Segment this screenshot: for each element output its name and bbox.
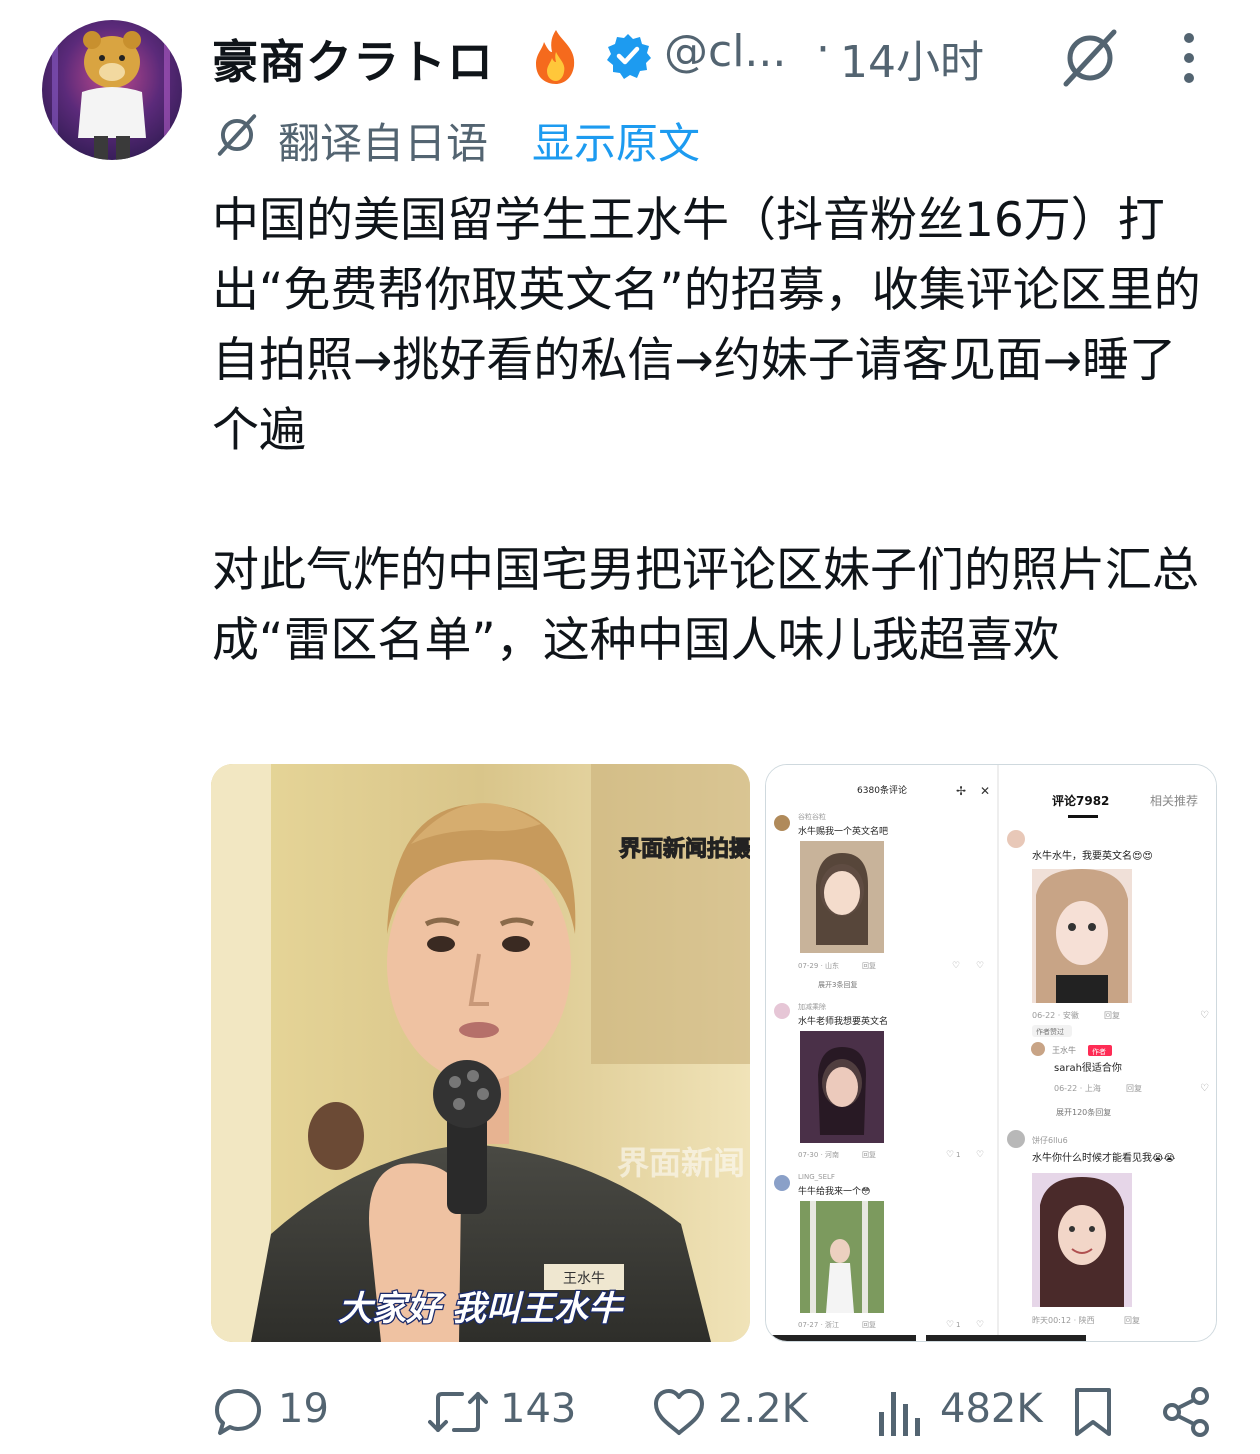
author-avatar[interactable] <box>42 20 182 160</box>
like-icon: ♡ <box>1200 1083 1209 1094</box>
repost-button[interactable]: 143 <box>428 1384 578 1440</box>
commenter-avatar <box>1007 830 1025 848</box>
reply-link: 回复 <box>862 1320 876 1329</box>
commenter-avatar <box>1007 1130 1025 1148</box>
share-icon <box>1163 1387 1209 1437</box>
views-chart-icon <box>879 1392 920 1436</box>
expand-replies: 展开120条回复 <box>1056 1107 1111 1117</box>
comment-text: 水牛老师我想要英文名 <box>798 1015 888 1027</box>
heart-icon <box>654 1389 704 1435</box>
commenter-avatar <box>774 815 790 831</box>
like-icon: ♡ <box>952 961 960 971</box>
comment-user: 王水牛 <box>1052 1045 1076 1055</box>
watermark-center: 界面新闻 <box>617 1144 745 1182</box>
author-name[interactable]: 豪商クラトロ <box>212 26 494 92</box>
tweet-image-video-still[interactable]: 王水牛 界面新闻拍摄 界面新闻 大家好 我叫王水牛 <box>211 764 750 1342</box>
comment-user: LING_SELF <box>798 1173 835 1181</box>
reply-link: 回复 <box>1124 1315 1140 1325</box>
repost-count: 143 <box>500 1386 577 1432</box>
tab-related: 相关推荐 <box>1150 794 1198 808</box>
comment-meta: 06-22 · 上海 <box>1054 1083 1101 1093</box>
tweet-timestamp[interactable]: 14小时 <box>840 26 984 90</box>
panel-sparkle-icon: ✢ <box>956 784 966 798</box>
comment-text: 牛牛给我来一个😳 <box>798 1185 870 1197</box>
comment-meta: 07-27 · 浙江 <box>798 1320 839 1329</box>
comment-user: 谷粒谷粒 <box>798 812 826 821</box>
separator-dot: · <box>816 24 830 75</box>
reply-button[interactable]: 19 <box>212 1384 332 1440</box>
show-original-link[interactable]: 显示原文 <box>532 110 700 171</box>
grok-icon[interactable] <box>1058 26 1122 94</box>
author-liked-badge: 作者赞过 <box>1036 1027 1064 1036</box>
comment-meta: 06-22 · 安徽 <box>1032 1010 1079 1020</box>
comment-meta: 07-29 · 山东 <box>798 961 839 970</box>
comments-count-header: 6380条评论 <box>857 784 907 796</box>
expand-replies: 展开3条回复 <box>818 980 857 989</box>
author-tag: 作者 <box>1092 1047 1106 1056</box>
name-tag: 王水牛 <box>563 1271 605 1287</box>
tweet-body: 中国的美国留学生王水牛（抖音粉丝16万）打出“免费帮你取英文名”的招募，收集评论… <box>212 186 1222 676</box>
like-icon: ♡ <box>1200 1010 1209 1021</box>
like-icon: ♡ <box>946 1320 954 1330</box>
like-button[interactable]: 2.2K <box>652 1384 832 1440</box>
bookmark-button[interactable] <box>1072 1384 1122 1440</box>
comment-user: 饼仔6llu6 <box>1032 1135 1068 1145</box>
reply-link: 回复 <box>862 961 876 970</box>
tweet-paragraph-2: 对此气炸的中国宅男把评论区妹子们的照片汇总成“雷区名单”，这种中国人味儿我超喜欢 <box>212 543 1199 668</box>
reply-link: 回复 <box>862 1150 876 1159</box>
comment-user: 加减乘除 <box>798 1002 826 1011</box>
translated-from-label: 翻译自日语 <box>278 119 489 168</box>
dislike-icon: ♡ <box>976 1320 984 1330</box>
like-count: 1 <box>956 1321 960 1329</box>
author-handle[interactable]: @cl... <box>664 26 786 77</box>
comment-meta: 07-30 · 河南 <box>798 1150 839 1159</box>
tweet-action-bar: 19 143 2.2K 482K <box>212 1384 1222 1440</box>
tab-comments: 评论7982 <box>1052 793 1109 808</box>
reply-link: 回复 <box>1104 1010 1120 1020</box>
comment-meta: 昨天00:12 · 陕西 <box>1032 1315 1095 1325</box>
watermark-top: 界面新闻拍摄 <box>619 836 750 862</box>
tweet-image-comments-screenshot[interactable]: 6380条评论 ✢ ✕ 谷粒谷粒 水牛赐我一个英文名吧 07-29 · 山东 回… <box>765 764 1217 1342</box>
like-icon: ♡ <box>946 1150 954 1160</box>
bookmark-icon <box>1075 1388 1111 1436</box>
more-options-icon[interactable] <box>1174 28 1204 92</box>
reply-count: 19 <box>278 1386 329 1432</box>
video-subtitle: 大家好 我叫王水牛 <box>338 1289 625 1329</box>
tweet-header: 豪商クラトロ @cl... · 14小时 <box>212 20 1260 90</box>
grok-translate-icon <box>212 110 262 164</box>
repost-icon <box>428 1392 488 1432</box>
views-button[interactable]: 482K <box>876 1384 1066 1440</box>
commenter-avatar <box>774 1003 790 1019</box>
comment-text: 水牛水牛，我要英文名😍😍 <box>1032 849 1153 862</box>
comment-text: sarah很适合你 <box>1054 1061 1122 1074</box>
commenter-avatar <box>1031 1042 1045 1056</box>
dislike-icon: ♡ <box>976 1150 984 1160</box>
share-button[interactable] <box>1162 1384 1212 1440</box>
verified-badge-icon[interactable] <box>604 32 652 84</box>
commenter-avatar <box>774 1175 790 1191</box>
comment-text: 水牛你什么时候才能看见我😭😭 <box>1032 1151 1175 1164</box>
like-count: 1 <box>956 1151 960 1159</box>
reply-icon <box>215 1389 261 1435</box>
reply-link: 回复 <box>1126 1083 1142 1093</box>
dislike-icon: ♡ <box>976 961 984 971</box>
tweet-paragraph-1: 中国的美国留学生王水牛（抖音粉丝16万）打出“免费帮你取英文名”的招募，收集评论… <box>212 193 1201 458</box>
panel-close-icon: ✕ <box>980 784 990 798</box>
comment-text: 水牛赐我一个英文名吧 <box>798 825 888 837</box>
like-count: 2.2K <box>718 1386 808 1432</box>
fire-icon <box>528 28 584 90</box>
view-count: 482K <box>940 1386 1043 1432</box>
avatar-image <box>52 30 170 160</box>
